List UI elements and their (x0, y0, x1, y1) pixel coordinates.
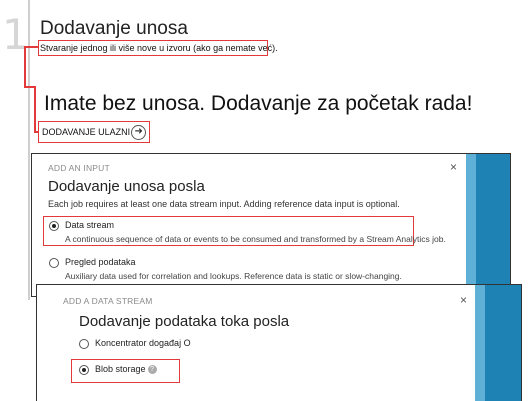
panel-title: Dodavanje podataka toka posla (79, 313, 290, 330)
panel-header: ADD A DATA STREAM (63, 296, 153, 306)
add-input-label: DODAVANJE ULAZNI (42, 127, 131, 137)
option-description: A continuous sequence of data or events … (65, 234, 446, 244)
option-label: Blob storage (95, 364, 146, 374)
callout-line (24, 46, 26, 86)
panel-intro: Each job requires at least one data stre… (48, 199, 400, 209)
panel-accent (476, 154, 510, 296)
help-icon[interactable]: ? (147, 365, 157, 375)
event-hub-radio[interactable] (79, 339, 89, 349)
arrow-right-icon[interactable]: ➜ (131, 124, 147, 140)
add-input-link[interactable]: DODAVANJE ULAZNI ➜ (38, 121, 151, 143)
add-data-stream-panel: ADD A DATA STREAM × Dodavanje podataka t… (36, 284, 522, 401)
option-description: Auxiliary data used for correlation and … (65, 271, 402, 281)
panel-header: ADD AN INPUT (48, 163, 110, 173)
blob-storage-option[interactable]: Blob storage? (95, 364, 157, 375)
add-input-panel: ADD AN INPUT × Dodavanje unosa posla Eac… (31, 153, 511, 297)
panel-accent (485, 285, 521, 401)
panel-accent-light (466, 154, 476, 296)
option-label[interactable]: Pregled podataka (65, 257, 136, 267)
panel-accent-light (475, 285, 485, 401)
reference-data-radio[interactable] (49, 258, 59, 268)
close-icon[interactable]: × (450, 160, 457, 174)
callout-line (34, 86, 36, 131)
option-label[interactable]: Data stream (65, 220, 114, 230)
close-icon[interactable]: × (460, 293, 467, 307)
empty-state-headline: Imate bez unosa. Dodavanje za početak ra… (44, 92, 473, 115)
callout-line (24, 86, 34, 88)
step-title: Dodavanje unosa (40, 18, 188, 39)
option-label[interactable]: Koncentrator događaj O (95, 338, 191, 348)
callout-line (24, 46, 39, 48)
data-stream-radio[interactable] (49, 221, 59, 231)
blob-storage-radio[interactable] (79, 365, 89, 375)
description-highlight (38, 40, 268, 56)
panel-title: Dodavanje unosa posla (48, 178, 205, 195)
